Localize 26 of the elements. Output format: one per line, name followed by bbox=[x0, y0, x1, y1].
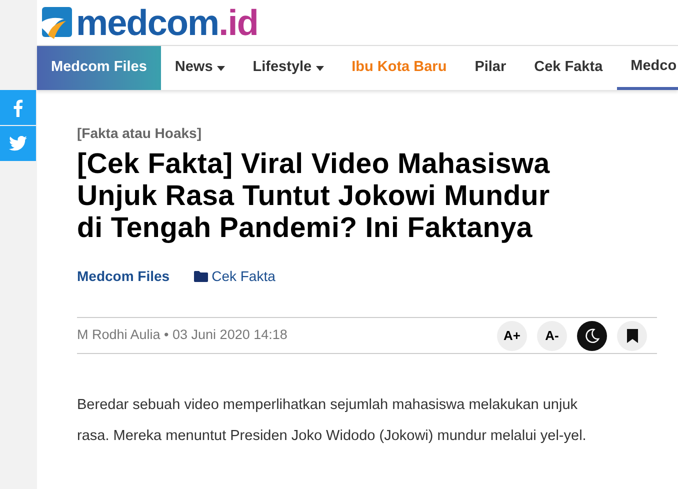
moon-icon bbox=[584, 328, 600, 344]
nav-tab[interactable]: News bbox=[160, 46, 239, 90]
channel-link[interactable]: Medcom Files bbox=[77, 266, 170, 287]
twitter-share-button[interactable] bbox=[0, 126, 36, 161]
bookmark-icon bbox=[626, 328, 638, 342]
facebook-icon bbox=[13, 98, 23, 116]
category-link[interactable]: Cek Fakta bbox=[194, 266, 276, 287]
logo-suffix: .id bbox=[218, 2, 258, 42]
bookmark-button[interactable] bbox=[617, 320, 647, 350]
caret-icon bbox=[316, 66, 324, 70]
caret-icon bbox=[216, 66, 225, 70]
decrease-font-button[interactable]: A- bbox=[537, 320, 567, 350]
nav-tab[interactable]: Medcom Files bbox=[37, 46, 161, 90]
article-kicker: [Fakta atau Hoaks] bbox=[77, 124, 202, 143]
nav-tab[interactable]: Pilar bbox=[460, 46, 520, 90]
nav-tab[interactable]: Cek Fakta bbox=[520, 46, 617, 90]
bird-icon bbox=[9, 136, 27, 151]
nav-tab[interactable]: Lifestyle bbox=[238, 46, 338, 90]
night-mode-button[interactable] bbox=[577, 320, 607, 350]
logo-text: medcom bbox=[76, 2, 219, 42]
folder-icon bbox=[194, 271, 208, 282]
article-title: [Cek Fakta] Viral Video Mahasiswa Unjuk Rasa Tuntut Jokowi Mundur di Tengah Pandemi? Ini Faktanya bbox=[77, 148, 551, 244]
article-paragraph: Beredar sebuah video memperlihatkan sejumlah mahasiswa melakukan unjuk rasa. Mereka menuntut Presiden Joko Widodo (Jokowi) mundur melalui yel-yel. bbox=[77, 396, 588, 446]
increase-font-button[interactable]: A+ bbox=[497, 320, 527, 350]
byline: M Rodhi Aulia • 03 Juni 2020 14:18 bbox=[77, 326, 288, 344]
facebook-share-button[interactable] bbox=[0, 90, 36, 125]
